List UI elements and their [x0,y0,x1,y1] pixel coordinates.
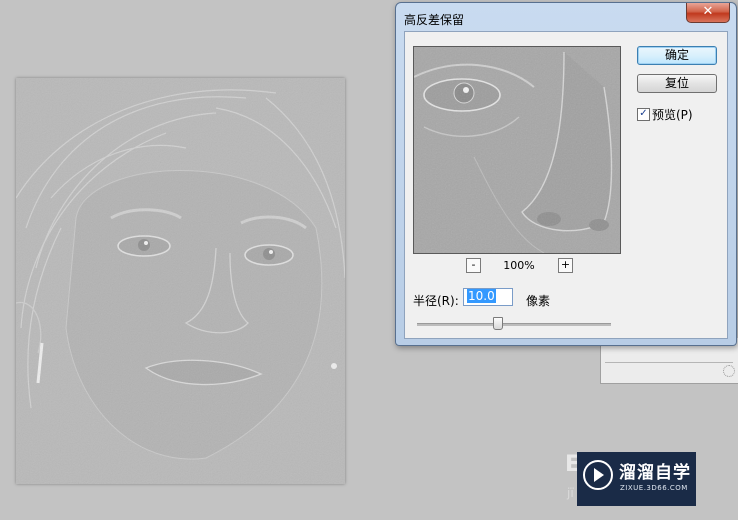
watermark-badge: 溜溜自学 ZIXUE.3D66.COM [577,452,696,506]
zoom-out-button[interactable]: - [466,258,481,273]
play-logo-icon [583,460,613,490]
radius-label: 半径(R): [413,294,459,308]
radius-slider-thumb[interactable] [492,317,503,330]
reset-button[interactable]: 复位 [637,74,717,93]
watermark-title: 溜溜自学 [619,463,691,483]
ok-button[interactable]: 确定 [637,46,717,65]
radius-unit: 像素 [526,294,551,308]
filter-preview[interactable] [413,46,621,254]
radius-slider-track[interactable] [417,323,611,326]
portrait-image [16,78,345,484]
high-pass-dialog: 高反差保留 ✕ - 100% + 确定 复位 ✓ 预览(P) 半径(R): 10… [395,2,737,346]
watermark-ghost-sub: jï [567,486,574,500]
close-icon: ✕ [702,4,714,19]
preview-image [414,47,620,253]
dialog-title: 高反差保留 [404,13,465,27]
panel-divider [605,362,733,363]
radius-input[interactable]: 10.0 [463,288,513,306]
check-icon: ✓ [639,108,648,119]
preview-label[interactable]: 预览(P) [652,106,693,123]
canvas-image[interactable] [16,78,345,484]
zoom-in-button[interactable]: + [558,258,573,273]
dialog-titlebar[interactable]: 高反差保留 ✕ [396,3,736,31]
close-button[interactable]: ✕ [686,3,730,23]
preview-checkbox[interactable]: ✓ [637,108,650,121]
zoom-level: 100% [503,259,535,272]
loading-icon [723,365,735,377]
watermark-subtitle: ZIXUE.3D66.COM [620,484,688,492]
radius-value: 10.0 [467,289,496,303]
dialog-body: - 100% + 确定 复位 ✓ 预览(P) 半径(R): 10.0 像素 [404,31,728,339]
